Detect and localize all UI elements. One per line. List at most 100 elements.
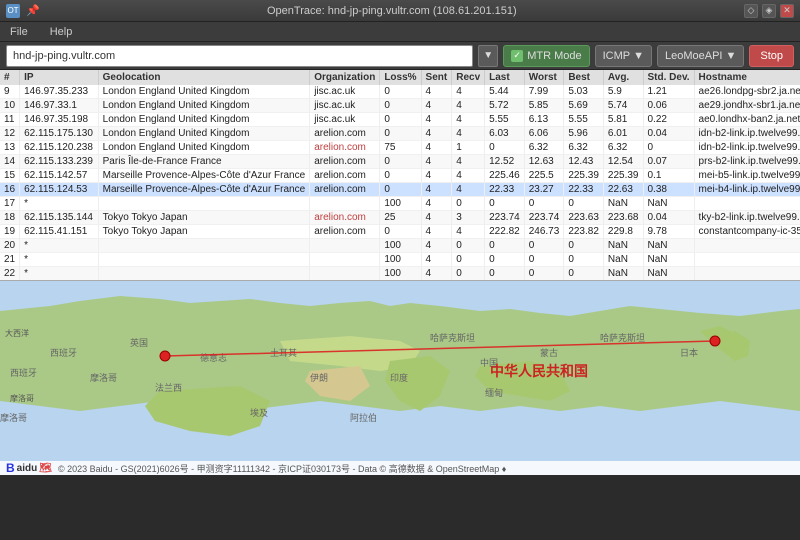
table-row[interactable]: 20*10040000NaNNaN <box>0 239 800 253</box>
url-input[interactable] <box>6 45 473 67</box>
table-cell-0-5: 4 <box>421 85 452 99</box>
svg-text:印度: 印度 <box>390 372 408 383</box>
table-cell-12-11: NaN <box>643 253 694 267</box>
table-body: 9146.97.35.233London England United King… <box>0 85 800 280</box>
table-cell-6-7: 225.46 <box>485 169 525 183</box>
table-row[interactable]: 1262.115.175.130London England United Ki… <box>0 127 800 141</box>
table-cell-8-2 <box>98 197 310 211</box>
mtr-mode-toggle[interactable]: ✓ MTR Mode <box>503 45 589 67</box>
table-cell-5-9: 12.43 <box>564 155 604 169</box>
table-cell-3-2: London England United Kingdom <box>98 127 310 141</box>
trace-table-container: # IP Geolocation Organization Loss% Sent… <box>0 70 800 280</box>
table-cell-8-0: 17 <box>0 197 20 211</box>
table-cell-1-1: 146.97.33.1 <box>20 99 99 113</box>
table-cell-4-9: 6.32 <box>564 141 604 155</box>
svg-text:西班牙: 西班牙 <box>50 347 77 358</box>
table-cell-1-4: 0 <box>380 99 421 113</box>
table-cell-13-8: 0 <box>524 267 564 281</box>
table-cell-8-4: 100 <box>380 197 421 211</box>
table-cell-5-12: prs-b2-link.ip.twelve99.net <box>694 155 800 169</box>
baidu-logo: B aidu 🗺 <box>6 461 52 475</box>
table-cell-7-4: 0 <box>380 183 421 197</box>
table-cell-7-10: 22.63 <box>603 183 643 197</box>
table-cell-13-0: 22 <box>0 267 20 281</box>
table-cell-11-2 <box>98 239 310 253</box>
table-cell-8-5: 4 <box>421 197 452 211</box>
table-cell-11-8: 0 <box>524 239 564 253</box>
col-header-best: Best <box>564 70 604 85</box>
table-row[interactable]: 9146.97.35.233London England United King… <box>0 85 800 99</box>
table-cell-9-0: 18 <box>0 211 20 225</box>
table-cell-2-4: 0 <box>380 113 421 127</box>
icmp-selector[interactable]: ICMP ▼ <box>595 45 652 67</box>
table-cell-5-11: 0.07 <box>643 155 694 169</box>
table-row[interactable]: 11146.97.35.198London England United Kin… <box>0 113 800 127</box>
table-cell-4-7: 0 <box>485 141 525 155</box>
table-cell-12-2 <box>98 253 310 267</box>
table-cell-3-4: 0 <box>380 127 421 141</box>
table-cell-10-7: 222.82 <box>485 225 525 239</box>
table-cell-0-11: 1.21 <box>643 85 694 99</box>
table-cell-9-7: 223.74 <box>485 211 525 225</box>
table-cell-8-8: 0 <box>524 197 564 211</box>
table-cell-8-9: 0 <box>564 197 604 211</box>
close-button[interactable]: ✕ <box>780 4 794 18</box>
menu-file[interactable]: File <box>6 26 32 38</box>
table-cell-1-11: 0.06 <box>643 99 694 113</box>
svg-text:英国: 英国 <box>130 337 148 348</box>
table-cell-13-1: * <box>20 267 99 281</box>
table-row[interactable]: 21*10040000NaNNaN <box>0 253 800 267</box>
table-row[interactable]: 1662.115.124.53Marseille Provence-Alpes-… <box>0 183 800 197</box>
table-cell-0-4: 0 <box>380 85 421 99</box>
stop-button[interactable]: Stop <box>749 45 794 67</box>
table-cell-5-4: 0 <box>380 155 421 169</box>
col-header-recv: Recv <box>452 70 485 85</box>
map-footer-text: © 2023 Baidu - GS(2021)6026号 - 甲测资字11111… <box>58 462 506 475</box>
table-cell-3-6: 4 <box>452 127 485 141</box>
table-row[interactable]: 1962.115.41.151Tokyo Tokyo Japanarelion.… <box>0 225 800 239</box>
table-cell-0-0: 9 <box>0 85 20 99</box>
table-cell-9-11: 0.04 <box>643 211 694 225</box>
table-cell-13-9: 0 <box>564 267 604 281</box>
table-cell-12-1: * <box>20 253 99 267</box>
table-row[interactable]: 22*10040000NaNNaN <box>0 267 800 281</box>
table-row[interactable]: 1562.115.142.57Marseille Provence-Alpes-… <box>0 169 800 183</box>
api-selector[interactable]: LeoMoeAPI ▼ <box>657 45 744 67</box>
table-cell-11-12 <box>694 239 800 253</box>
table-cell-2-2: London England United Kingdom <box>98 113 310 127</box>
table-cell-6-11: 0.1 <box>643 169 694 183</box>
menu-help[interactable]: Help <box>46 26 77 38</box>
window-title: OpenTrace: hnd-jp-ping.vultr.com (108.61… <box>40 5 744 17</box>
table-cell-2-9: 5.55 <box>564 113 604 127</box>
svg-text:大西洋: 大西洋 <box>5 328 29 338</box>
minimize-button[interactable]: ◇ <box>744 4 758 18</box>
table-row[interactable]: 1462.115.133.239Paris Île-de-France Fran… <box>0 155 800 169</box>
table-cell-6-10: 225.39 <box>603 169 643 183</box>
table-row[interactable]: 17*10040000NaNNaN <box>0 197 800 211</box>
table-row[interactable]: 1362.115.120.238London England United Ki… <box>0 141 800 155</box>
svg-text:伊朗: 伊朗 <box>310 372 328 383</box>
table-cell-6-4: 0 <box>380 169 421 183</box>
table-cell-11-7: 0 <box>485 239 525 253</box>
table-cell-6-9: 225.39 <box>564 169 604 183</box>
table-cell-10-8: 246.73 <box>524 225 564 239</box>
table-cell-11-4: 100 <box>380 239 421 253</box>
api-dropdown-icon: ▼ <box>725 50 736 62</box>
table-cell-13-10: NaN <box>603 267 643 281</box>
svg-text:埃及: 埃及 <box>250 407 268 418</box>
table-cell-1-7: 5.72 <box>485 99 525 113</box>
table-cell-2-0: 11 <box>0 113 20 127</box>
table-cell-2-12: ae0.londhx-ban2.ja.net <box>694 113 800 127</box>
table-cell-0-9: 5.03 <box>564 85 604 99</box>
maximize-button[interactable]: ◈ <box>762 4 776 18</box>
table-cell-4-0: 13 <box>0 141 20 155</box>
table-cell-8-11: NaN <box>643 197 694 211</box>
table-cell-4-10: 6.32 <box>603 141 643 155</box>
table-cell-13-6: 0 <box>452 267 485 281</box>
table-cell-5-8: 12.63 <box>524 155 564 169</box>
table-cell-2-1: 146.97.35.198 <box>20 113 99 127</box>
table-row[interactable]: 10146.97.33.1London England United Kingd… <box>0 99 800 113</box>
table-row[interactable]: 1862.115.135.144Tokyo Tokyo Japanarelion… <box>0 211 800 225</box>
table-cell-10-2: Tokyo Tokyo Japan <box>98 225 310 239</box>
url-dropdown-button[interactable]: ▼ <box>478 45 498 67</box>
